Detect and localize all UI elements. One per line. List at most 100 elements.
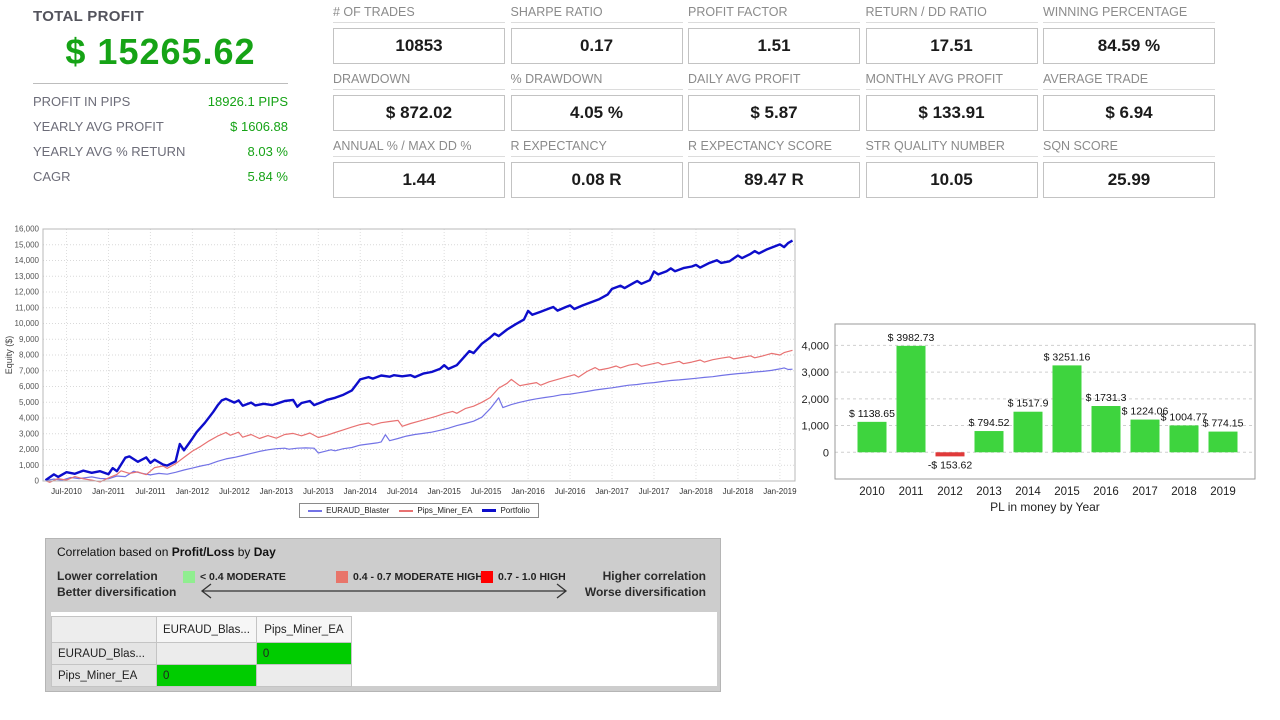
stat-value-box: $ 133.91: [865, 95, 1038, 131]
bar-value-label: $ 3982.73: [888, 332, 935, 344]
svg-text:2015: 2015: [1054, 486, 1080, 498]
summary-row-value: 5.84 %: [247, 169, 288, 184]
summary-row: PROFIT IN PIPS 18926.1 PIPS: [33, 95, 288, 109]
corr-row-header: Pips_Miner_EA: [51, 664, 157, 687]
bar-y-tick-labels: 0 1,000 2,000 3,000 4,000: [801, 340, 829, 459]
pl-by-year-chart: 0 1,000 2,000 3,000 4,000 $ 1138.65 $ 3982.73 -…: [800, 318, 1265, 518]
correlation-table-area: EURAUD_Blas... Pips_Miner_EA EURAUD_Blas..…: [51, 612, 717, 687]
lower-correlation-label: Lower correlation Better diversification: [57, 568, 176, 600]
stat-value-box: $ 6.94: [1043, 95, 1215, 131]
stat-cell: MONTHLY AVG PROFIT $ 133.91: [865, 72, 1038, 131]
correlation-legend-label: < 0.4 MODERATE: [200, 571, 286, 583]
bar-2014: [1013, 411, 1043, 453]
correlation-title-bold: Profit/Loss: [171, 545, 235, 559]
bar-2015: [1052, 365, 1082, 453]
legend-series-name: EURAUD_Blaster: [326, 506, 390, 515]
corr-value-cell: 0: [156, 664, 257, 687]
correlation-legend-item: < 0.4 MODERATE: [183, 571, 286, 583]
corr-empty-cell: [255, 664, 352, 687]
svg-text:Jul-2016: Jul-2016: [555, 487, 586, 496]
svg-text:Jul-2011: Jul-2011: [135, 487, 166, 496]
correlation-table: EURAUD_Blas... Pips_Miner_EA EURAUD_Blas..…: [51, 616, 352, 687]
summary-row-value: 8.03 %: [247, 144, 288, 159]
svg-text:Jan-2014: Jan-2014: [344, 487, 378, 496]
summary-row: CAGR 5.84 %: [33, 170, 288, 184]
legend-line-swatch: [308, 509, 323, 512]
bar-value-label: $ 774.15: [1203, 418, 1244, 430]
svg-text:Jul-2018: Jul-2018: [723, 487, 754, 496]
stat-label: WINNING PERCENTAGE: [1043, 5, 1215, 23]
stat-label: MONTHLY AVG PROFIT: [865, 72, 1038, 90]
summary-row-value: $ 1606.88: [230, 119, 288, 134]
svg-text:1,000: 1,000: [801, 421, 829, 433]
correlation-legend-label: 0.4 - 0.7 MODERATE HIGH: [353, 571, 483, 583]
svg-text:4,000: 4,000: [801, 340, 829, 352]
svg-text:2017: 2017: [1132, 486, 1158, 498]
stat-value-box: 17.51: [865, 28, 1038, 64]
equity-legend-item: Pips_Miner_EA: [399, 506, 472, 515]
legend-series-name: Portfolio: [500, 506, 530, 515]
bar-2011: [896, 345, 926, 453]
stat-label: # OF TRADES: [333, 5, 505, 23]
svg-text:Jul-2012: Jul-2012: [219, 487, 250, 496]
stat-cell: DRAWDOWN $ 872.02: [333, 72, 505, 131]
stat-value-box: 0.17: [510, 28, 683, 64]
svg-text:11,000: 11,000: [15, 303, 39, 312]
bar-2018: [1169, 425, 1199, 453]
corr-value-cell: 0: [255, 642, 352, 665]
svg-text:16,000: 16,000: [15, 225, 40, 234]
worse-diversification-line: Worse diversification: [584, 585, 706, 599]
svg-text:Jan-2012: Jan-2012: [176, 487, 210, 496]
svg-text:2,000: 2,000: [19, 445, 40, 454]
bar-x-tick-labels: 2010 2011 2012 2013 2014 2015 2016 2017 2018 2019: [859, 486, 1236, 498]
summary-row-value: 18926.1 PIPS: [207, 94, 288, 109]
svg-text:2013: 2013: [976, 486, 1002, 498]
svg-text:14,000: 14,000: [15, 256, 40, 265]
corr-header-row: EURAUD_Blas... Pips_Miner_EA: [51, 616, 352, 643]
bar-2010: [857, 421, 887, 453]
legend-series-name: Pips_Miner_EA: [417, 506, 473, 515]
svg-text:Jul-2014: Jul-2014: [387, 487, 418, 496]
correlation-title: Correlation based on Profit/Loss by Day: [57, 545, 276, 559]
svg-text:Jan-2016: Jan-2016: [511, 487, 545, 496]
svg-text:9,000: 9,000: [19, 335, 40, 344]
svg-text:2010: 2010: [859, 486, 885, 498]
stat-value-box: 25.99: [1043, 162, 1215, 198]
stat-cell: % DRAWDOWN 4.05 %: [510, 72, 683, 131]
total-profit-panel: TOTAL PROFIT $ 15265.62 PROFIT IN PIPS 18…: [33, 8, 288, 184]
svg-text:Jan-2013: Jan-2013: [260, 487, 294, 496]
portfolio-report-page: TOTAL PROFIT $ 15265.62 PROFIT IN PIPS 18…: [0, 0, 1280, 720]
equity-legend-box: EURAUD_Blaster Pips_Miner_EA Portfolio: [299, 503, 539, 518]
bar-value-label: $ 1138.65: [849, 408, 895, 420]
corr-data-row: EURAUD_Blas... 0: [51, 642, 352, 665]
bar-value-label: -$ 153.62: [928, 459, 973, 471]
stat-label: % DRAWDOWN: [510, 72, 683, 90]
svg-text:2011: 2011: [899, 486, 924, 498]
bar-value-label: $ 1517.9: [1008, 398, 1049, 410]
corr-empty-cell: [156, 642, 257, 665]
bar-2019: [1208, 431, 1238, 453]
svg-text:8,000: 8,000: [19, 351, 40, 360]
stats-grid: # OF TRADES 10853 SHARPE RATIO 0.17 PROFIT F…: [333, 5, 1218, 205]
stat-label: SQN SCORE: [1043, 139, 1215, 157]
stat-value-box: $ 872.02: [333, 95, 505, 131]
summary-row-label: YEARLY AVG % RETURN: [33, 144, 186, 159]
equity-chart-svg: 0 1,000 2,000 3,000 4,000 5,000 6,000 7,000 8,00…: [4, 225, 797, 497]
corr-data-row: Pips_Miner_EA 0: [51, 664, 352, 687]
equity-chart: 0 1,000 2,000 3,000 4,000 5,000 6,000 7,000 8,00…: [0, 219, 810, 525]
stat-cell: SQN SCORE 25.99: [1043, 139, 1215, 198]
stat-value-box: 10.05: [865, 162, 1038, 198]
pl-by-year-svg: 0 1,000 2,000 3,000 4,000 $ 1138.65 $ 3982.73 -…: [801, 323, 1256, 514]
correlation-title-prefix: Correlation based on: [57, 545, 172, 559]
svg-text:2019: 2019: [1210, 486, 1236, 498]
equity-x-tick-labels: Jul-2010 Jan-2011 Jul-2011 Jan-2012 Jul-2012…: [51, 487, 797, 496]
svg-text:3,000: 3,000: [19, 429, 40, 438]
correlation-legend-label: 0.7 - 1.0 HIGH: [498, 571, 566, 583]
svg-text:Jan-2015: Jan-2015: [427, 487, 461, 496]
correlation-legend-swatch: [336, 571, 348, 583]
stat-value-box: 1.44: [333, 162, 505, 198]
correlation-legend-swatch: [481, 571, 493, 583]
bar-2013: [974, 431, 1004, 453]
svg-text:10,000: 10,000: [15, 319, 40, 328]
bar-value-label: $ 1731.3: [1086, 392, 1127, 404]
